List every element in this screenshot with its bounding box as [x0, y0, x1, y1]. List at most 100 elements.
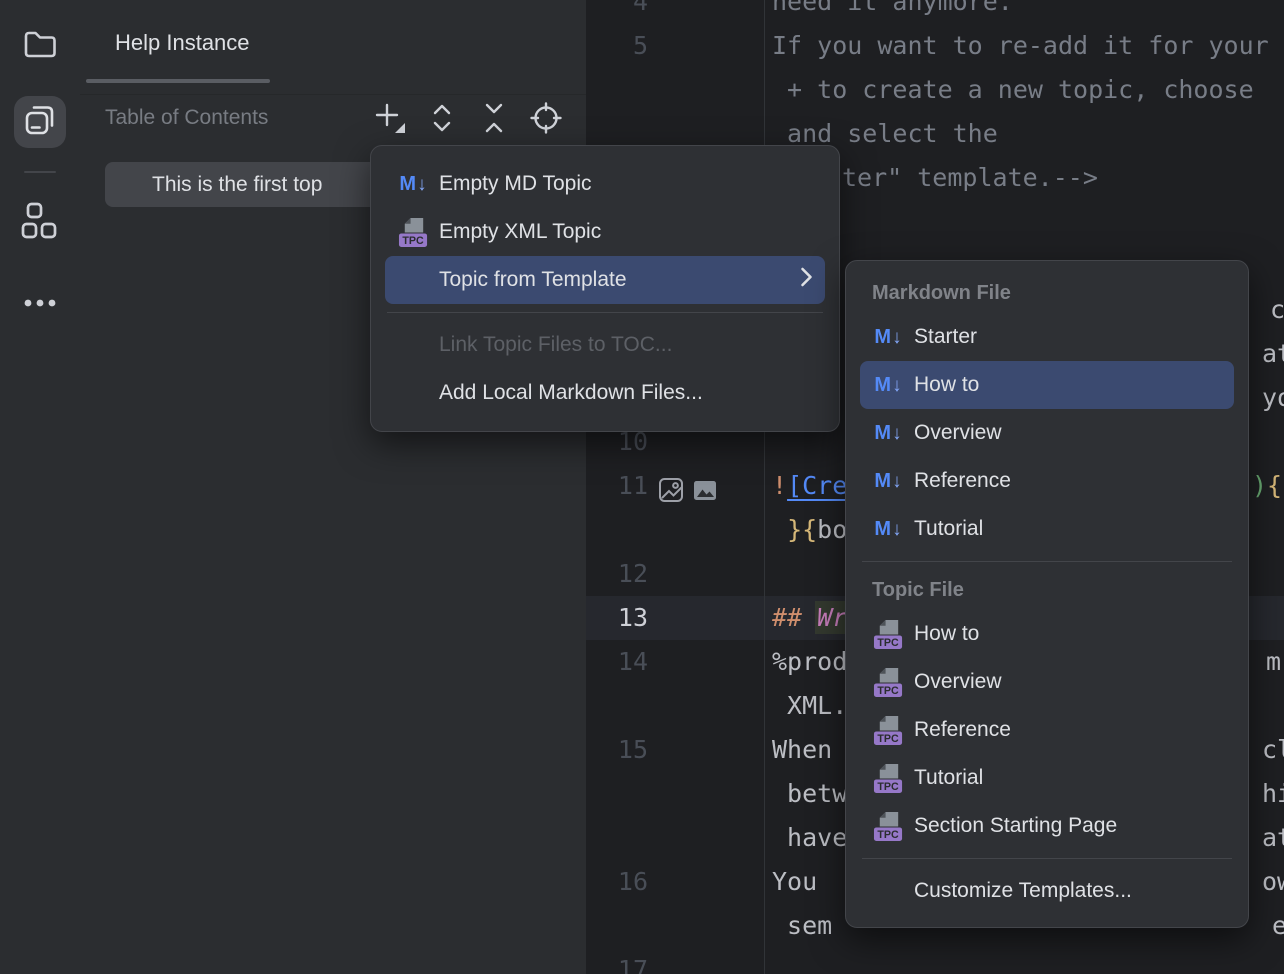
menu-item-starter[interactable]: M↓Starter [860, 313, 1234, 361]
line-text: When [772, 728, 847, 772]
stripe-divider [24, 171, 56, 173]
svg-text:TPC: TPC [877, 733, 899, 745]
menu-item-add-local-markdown-files[interactable]: Add Local Markdown Files... [385, 369, 825, 417]
menu-item-topic-from-template[interactable]: Topic from Template [385, 256, 825, 304]
line-text: ![Cre [772, 464, 847, 508]
menu-item-label: Empty XML Topic [439, 220, 813, 244]
expand-all-button[interactable] [420, 98, 464, 142]
markdown-file-icon: M↓ [872, 417, 904, 449]
menu-item-empty-xml-topic[interactable]: TPC Empty XML Topic [385, 208, 825, 256]
menu-item-label: Link Topic Files to TOC... [439, 333, 813, 357]
menu-item-tutorial[interactable]: M↓Tutorial [860, 505, 1234, 553]
line-text-fragment: yo [1262, 376, 1284, 420]
stripe-button-structure[interactable] [14, 197, 66, 249]
line-text: betw [772, 772, 847, 816]
menu-item-label: Reference [914, 469, 1222, 493]
line-text-fragment: ow [1262, 860, 1284, 904]
menu-item-tutorial[interactable]: TPC Tutorial [860, 754, 1234, 802]
tab-help-instance[interactable]: Help Instance [115, 30, 250, 56]
menu-item-link-topic-files-to-toc[interactable]: Link Topic Files to TOC... [385, 321, 825, 369]
menu-item-label: Add Local Markdown Files... [439, 381, 813, 405]
menu-item-empty-md-topic[interactable]: M↓ Empty MD Topic [385, 160, 825, 208]
collapse-all-button[interactable] [472, 98, 516, 142]
menu-item-label: Empty MD Topic [439, 172, 813, 196]
menu-item-section-starting-page[interactable]: TPCSection Starting Page [860, 802, 1234, 850]
svg-text:TPC: TPC [877, 829, 899, 841]
menu-item-customize-templates[interactable]: Customize Templates... [860, 867, 1234, 915]
topic-file-icon: TPC [397, 216, 429, 248]
icon-spacer [397, 264, 429, 296]
editor-line[interactable]: 17 [586, 948, 1284, 974]
menu-item-overview[interactable]: TPC Overview [860, 658, 1234, 706]
pages-icon [20, 100, 60, 145]
line-text: %prod [772, 640, 847, 684]
line-text-fragment: m [1266, 640, 1281, 684]
icon-spacer [872, 875, 904, 907]
line-number: 17 [586, 948, 648, 974]
topic-template-submenu: Markdown FileM↓StarterM↓How toM↓Overview… [845, 260, 1249, 928]
fold-icon [480, 100, 508, 141]
line-text: If you want to re-add it for your [772, 24, 1269, 68]
topic-file-icon: TPC [872, 618, 904, 650]
line-text: You [772, 860, 832, 904]
svg-text:TPC: TPC [877, 781, 899, 793]
unfold-icon [428, 100, 456, 141]
structure-icon [20, 201, 60, 246]
menu-group-header-topic-file: Topic File [846, 570, 1248, 610]
menu-item-reference[interactable]: M↓Reference [860, 457, 1234, 505]
folder-icon [21, 24, 59, 67]
menu-item-how-to[interactable]: TPCHow to [860, 610, 1234, 658]
line-text: XML. [772, 684, 847, 728]
line-text-fragment: cl [1262, 728, 1284, 772]
icon-spacer [397, 377, 429, 409]
topic-file-icon: TPC [872, 762, 904, 794]
locate-topic-button[interactable] [524, 98, 568, 142]
stripe-button-pages[interactable] [14, 96, 66, 148]
menu-item-label: Customize Templates... [914, 879, 1222, 903]
ide-window: Help Instance Table of Contents This is … [0, 0, 1284, 974]
editor-line[interactable]: 4 need it anymore. [586, 0, 1284, 24]
stripe-button-folder[interactable] [14, 19, 66, 71]
stripe-button-more[interactable] [14, 279, 66, 331]
plus-dropdown-icon [373, 101, 407, 140]
line-number: 14 [586, 640, 648, 684]
line-number: 5 [586, 24, 648, 68]
line-text: have [772, 816, 847, 860]
markdown-file-icon: M↓ [872, 321, 904, 353]
line-text-fragment: ter" template.--> [842, 156, 1098, 200]
line-text: + to create a new topic, choose [772, 68, 1269, 112]
menu-item-label: Overview [914, 670, 1222, 694]
toc-title: Table of Contents [105, 106, 268, 130]
menu-item-overview[interactable]: M↓Overview [860, 409, 1234, 457]
menu-separator [862, 561, 1232, 562]
menu-item-reference[interactable]: TPC Reference [860, 706, 1234, 754]
markdown-file-icon: M↓ [872, 513, 904, 545]
svg-text:TPC: TPC [402, 235, 424, 247]
line-text: need it anymore. [772, 0, 1013, 24]
markdown-file-icon: M↓ [872, 369, 904, 401]
icon-spacer [397, 329, 429, 361]
line-number: 4 [586, 0, 648, 24]
markdown-file-icon: M↓ [397, 168, 429, 200]
svg-text:TPC: TPC [877, 685, 899, 697]
line-text: }{bo [772, 508, 847, 552]
menu-separator [387, 312, 823, 313]
menu-item-label: Topic from Template [439, 268, 790, 292]
menu-group-header-markdown-file: Markdown File [846, 273, 1248, 313]
line-number: 15 [586, 728, 648, 772]
line-text-fragment: e [1272, 904, 1284, 948]
line-number: 12 [586, 552, 648, 596]
line-text: ## Wr [772, 596, 847, 640]
line-text-fragment: c [1270, 288, 1284, 332]
add-topic-button[interactable] [368, 98, 412, 142]
editor-line[interactable]: + to create a new topic, choose [586, 68, 1284, 112]
locate-icon [529, 101, 563, 140]
menu-item-how-to[interactable]: M↓How to [860, 361, 1234, 409]
line-text-fragment: { [1267, 464, 1282, 508]
editor-line[interactable]: 5 If you want to re-add it for your [586, 24, 1284, 68]
more-icon [20, 283, 60, 328]
menu-item-label: Tutorial [914, 766, 1222, 790]
line-text-fragment: at [1262, 816, 1284, 860]
tool-window-stripe [0, 0, 81, 974]
menu-item-label: Reference [914, 718, 1222, 742]
